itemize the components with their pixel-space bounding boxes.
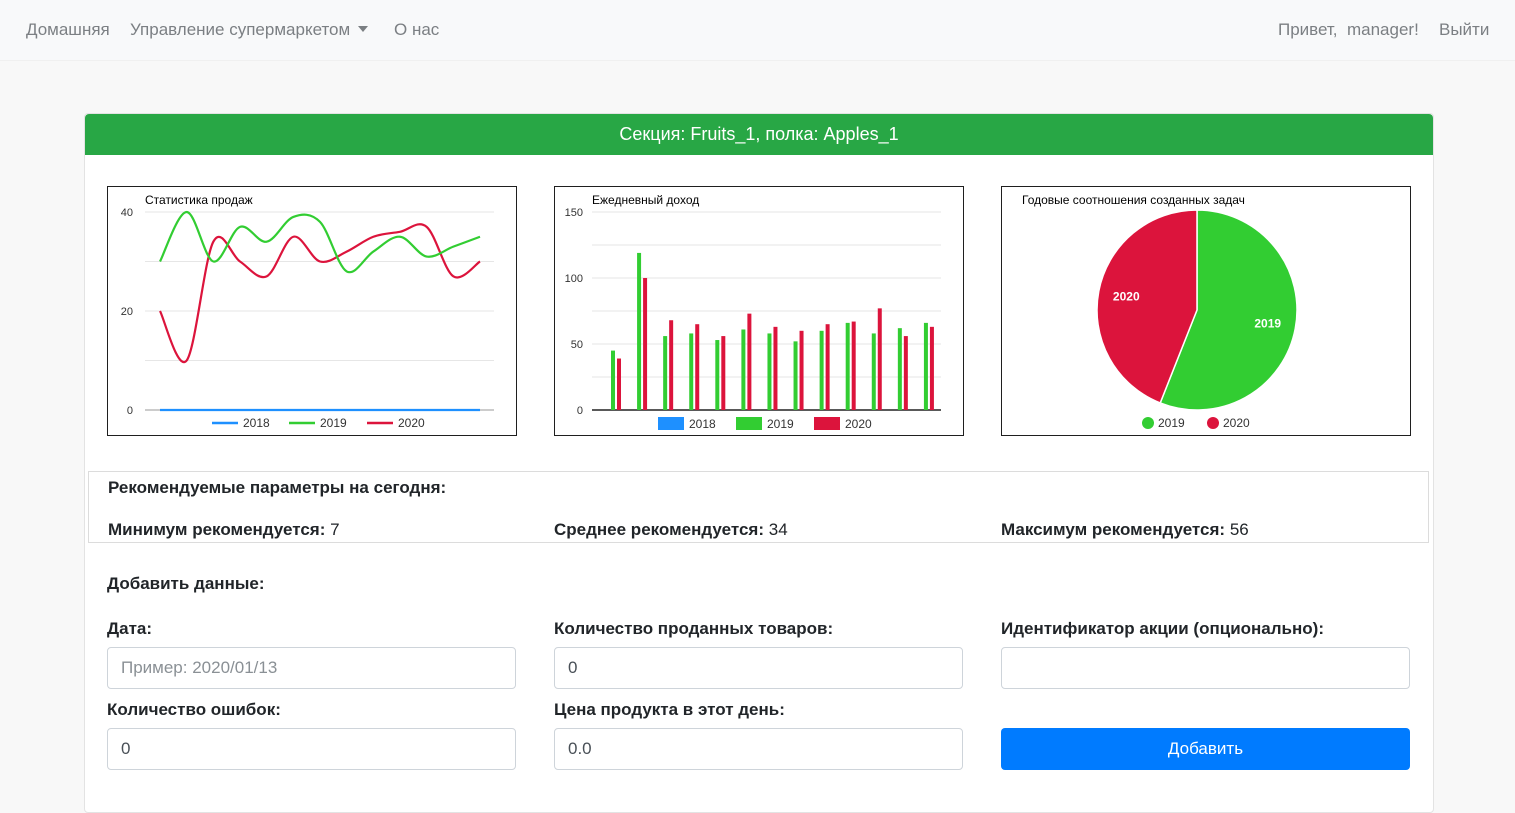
sold-count-input[interactable]: 0 (554, 647, 963, 689)
legend-label: 2019 (1158, 416, 1185, 430)
bar-2020 (903, 336, 908, 410)
y-tick-label: 20 (121, 306, 133, 318)
bar-2020 (643, 278, 648, 410)
bar-2020 (747, 313, 752, 410)
price-input[interactable]: 0.0 (554, 728, 963, 770)
recommend-avg-label: Среднее рекомендуется: (554, 520, 764, 539)
legend-label: 2020 (398, 416, 425, 430)
promo-id-input[interactable] (1001, 647, 1410, 689)
bar-2020 (825, 324, 830, 410)
sales-stats-chart: Статистика продаж 0 20 40 2018 2019 2020 (107, 186, 517, 436)
bar-2020 (721, 336, 726, 410)
caret-down-icon (358, 26, 369, 32)
bar-2019 (923, 322, 928, 410)
recommend-min-value: 7 (330, 520, 340, 539)
recommend-avg-value: 34 (768, 520, 788, 539)
nav-logout-link[interactable]: Выйти (1439, 20, 1489, 40)
bar-2019 (767, 333, 772, 410)
recommend-max: Максимум рекомендуется: 56 (1001, 520, 1249, 540)
legend-label: 2020 (845, 417, 872, 431)
legend-label: 2019 (767, 417, 794, 431)
bar-2019 (663, 336, 668, 410)
bar-2019 (871, 333, 876, 410)
price-label: Цена продукта в этот день: (554, 700, 785, 719)
chart-title: Годовые соотношения созданных задач (1022, 193, 1245, 207)
legend-label: 2019 (320, 416, 347, 430)
bar-2019 (741, 329, 746, 410)
bar-2020 (773, 326, 778, 410)
daily-income-chart: Ежедневный доход 0 50 100 150 2018 2019 2020 (554, 186, 964, 436)
y-tick-label: 100 (565, 273, 583, 285)
nav-manage-label: Управление супермаркетом (130, 20, 351, 39)
sold-count-label: Количество проданных товаров: (554, 619, 834, 638)
bar-2019 (845, 322, 850, 410)
errors-count-input[interactable]: 0 (107, 728, 516, 770)
recommend-min: Минимум рекомендуется: 7 (108, 520, 340, 540)
errors-count-label: Количество ошибок: (107, 700, 281, 719)
bar-2019 (637, 252, 642, 410)
legend-label: 2018 (689, 417, 716, 431)
nav-home-link[interactable]: Домашняя (26, 20, 110, 40)
recommend-max-value: 56 (1229, 520, 1249, 539)
bar-2020 (695, 324, 700, 410)
series-line-2020 (158, 223, 481, 364)
bar-2019 (897, 328, 902, 410)
chart-title: Статистика продаж (145, 193, 253, 207)
y-tick-label: 150 (565, 207, 583, 219)
date-label: Дата: (107, 619, 153, 638)
recommend-max-label: Максимум рекомендуется: (1001, 520, 1226, 539)
date-input[interactable]: Пример: 2020/01/13 (107, 647, 516, 689)
bar-2020 (877, 308, 882, 410)
bar-2020 (799, 330, 804, 410)
bar-2019 (689, 333, 694, 410)
chart-title: Ежедневный доход (592, 193, 699, 207)
recommend-min-label: Минимум рекомендуется: (108, 520, 326, 539)
bar-2020 (929, 326, 934, 410)
legend-swatch-2019 (1142, 417, 1154, 429)
card-header: Секция: Fruits_1, полка: Apples_1 (85, 114, 1433, 155)
add-button[interactable]: Добавить (1001, 728, 1410, 770)
promo-id-label: Идентификатор акции (опционально): (1001, 619, 1324, 638)
y-tick-label: 0 (127, 405, 133, 417)
bar-2020 (669, 320, 674, 410)
nav-greeting: Привет, manager! (1278, 20, 1419, 39)
yearly-ratio-chart: Годовые соотношения созданных задач 2019… (1001, 186, 1411, 436)
legend-swatch-2020 (814, 417, 840, 430)
bar-2020 (851, 321, 856, 410)
bar-2019 (611, 350, 615, 410)
y-tick-label: 0 (577, 405, 583, 417)
y-tick-label: 40 (121, 207, 133, 219)
bar-2019 (819, 330, 824, 410)
legend-swatch-2020 (1207, 417, 1219, 429)
bar-2019 (715, 340, 720, 410)
recommend-title: Рекомендуемые параметры на сегодня: (108, 478, 447, 497)
pie-slice-label: 2020 (1113, 290, 1140, 304)
bar-chart-svg: Ежедневный доход 0 50 100 150 2018 2019 2020 (565, 193, 941, 431)
bar-2020 (617, 358, 621, 410)
pie-chart-svg: Годовые соотношения созданных задач 2019… (1022, 193, 1298, 430)
line-chart-svg: Статистика продаж 0 20 40 2018 2019 2020 (121, 193, 494, 430)
form-title: Добавить данные: (107, 574, 265, 593)
nav-manage-dropdown[interactable]: Управление супермаркетом (130, 20, 369, 40)
legend-swatch-2019 (736, 417, 762, 430)
navbar: Домашняя Управление супермаркетом О нас … (0, 0, 1515, 61)
pie-slice-label: 2019 (1254, 316, 1281, 330)
y-tick-label: 50 (571, 339, 583, 351)
bar-2019 (793, 341, 798, 410)
legend-label: 2018 (243, 416, 270, 430)
recommend-avg: Среднее рекомендуется: 34 (554, 520, 788, 540)
legend-swatch-2018 (658, 417, 684, 430)
legend-label: 2020 (1223, 416, 1250, 430)
nav-about-link[interactable]: О нас (394, 20, 439, 40)
